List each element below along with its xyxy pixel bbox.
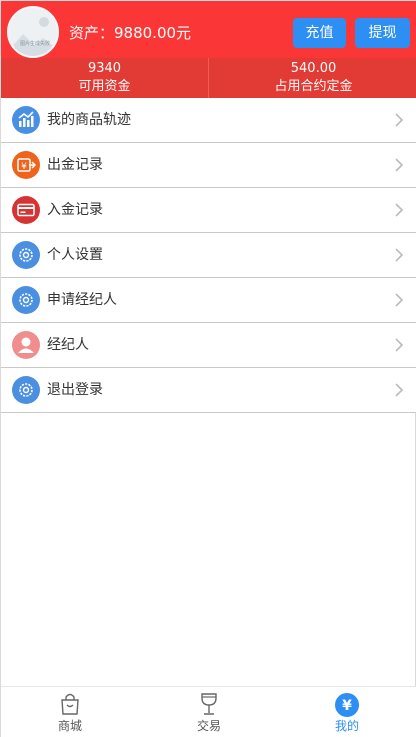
account-header: 图片生成失败 资产：9880.00元 充值 提现	[1, 1, 416, 58]
gear-icon	[12, 376, 40, 404]
menu-item-withdrawal-records[interactable]: ¥ 出金记录	[1, 143, 416, 188]
tab-trade[interactable]: 交易	[140, 687, 278, 737]
contract-deposit-value: 540.00	[290, 61, 337, 76]
withdraw-button[interactable]: 提现	[355, 18, 410, 48]
avatar-caption: 图片生成失败	[20, 40, 50, 47]
available-funds: 9340 可用资金	[1, 58, 208, 98]
bottom-tab-bar: 商城 交易 ¥ 我的	[1, 686, 416, 737]
available-funds-label: 可用资金	[78, 79, 131, 94]
menu-item-logout[interactable]: 退出登录	[1, 368, 416, 413]
menu-item-broker[interactable]: 经纪人	[1, 323, 416, 368]
yuan-coin-icon: ¥	[335, 693, 359, 717]
chevron-right-icon	[395, 338, 404, 352]
contract-deposit: 540.00 占用合约定金	[210, 58, 416, 98]
person-icon	[12, 331, 40, 359]
gear-icon	[12, 241, 40, 269]
chevron-right-icon	[395, 293, 404, 307]
tab-shop[interactable]: 商城	[1, 687, 139, 737]
chevron-right-icon	[395, 158, 404, 172]
chart-trend-icon	[12, 106, 40, 134]
recharge-button[interactable]: 充值	[293, 18, 346, 48]
svg-text:¥: ¥	[21, 162, 27, 172]
shopping-bag-icon	[61, 693, 79, 715]
chevron-right-icon	[395, 383, 404, 397]
menu-item-label: 我的商品轨迹	[47, 112, 131, 128]
menu-item-deposit-records[interactable]: 入金记录	[1, 188, 416, 233]
menu-item-product-history[interactable]: 我的商品轨迹	[1, 98, 416, 143]
gear-icon	[12, 286, 40, 314]
chevron-right-icon	[395, 113, 404, 127]
yuan-out-icon: ¥	[12, 151, 40, 179]
menu-item-label: 个人设置	[47, 247, 103, 263]
chevron-right-icon	[395, 203, 404, 217]
tab-mine[interactable]: ¥ 我的	[278, 687, 416, 737]
avatar-placeholder-icon: 图片生成失败	[9, 8, 57, 56]
menu-item-label: 退出登录	[47, 382, 103, 398]
contract-deposit-label: 占用合约定金	[274, 79, 353, 94]
menu-item-label: 入金记录	[47, 202, 103, 218]
available-funds-value: 9340	[87, 61, 122, 76]
wine-glass-icon	[201, 693, 217, 715]
menu-item-apply-broker[interactable]: 申请经纪人	[1, 278, 416, 323]
stats-divider	[208, 58, 209, 98]
svg-text:¥: ¥	[342, 698, 352, 714]
menu-item-label: 经纪人	[47, 337, 89, 353]
menu-item-label: 出金记录	[47, 157, 103, 173]
tab-shop-label: 商城	[57, 719, 82, 733]
account-menu: 我的商品轨迹 ¥ 出金记录 入金记录 个人设置 申请经纪人 经纪人 退出登录	[1, 98, 416, 413]
tab-mine-label: 我的	[334, 719, 359, 733]
app-frame: 图片生成失败 资产：9880.00元 充值 提现 9340 可用资金 540.0…	[0, 0, 416, 737]
menu-item-personal-settings[interactable]: 个人设置	[1, 233, 416, 278]
menu-item-label: 申请经纪人	[47, 292, 117, 308]
chevron-right-icon	[395, 248, 404, 262]
card-icon	[12, 196, 40, 224]
total-assets-text: 资产：9880.00元	[69, 24, 192, 42]
funds-summary: 9340 可用资金 540.00 占用合约定金	[1, 58, 416, 98]
tab-trade-label: 交易	[196, 719, 221, 733]
avatar[interactable]: 图片生成失败	[7, 6, 59, 58]
